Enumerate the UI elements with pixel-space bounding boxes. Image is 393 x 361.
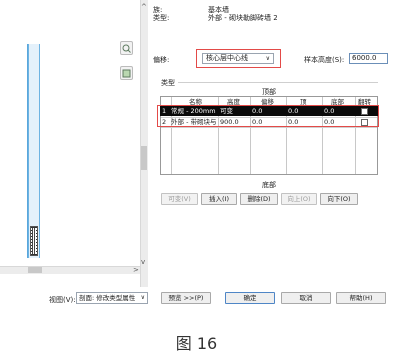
scroll-right-icon[interactable]: > [133,266,139,274]
offset-select[interactable]: 核心层中心线 ∨ [202,53,274,64]
figure-caption: 图 16 [175,334,218,353]
insert-button[interactable]: 插入(I) [201,193,237,205]
cancel-button[interactable]: 取消 [281,292,331,304]
scroll-down-icon[interactable]: v [141,258,145,266]
preview-vertical-scrollbar[interactable] [140,0,148,287]
chevron-down-icon: ∨ [265,55,270,62]
delete-button[interactable]: 删除(D) [240,193,278,205]
ok-button[interactable]: 确定 [225,292,275,304]
preview-horizontal-scrollbar[interactable] [0,266,140,274]
view-tool-icon[interactable] [120,66,133,80]
type-label: 类型: [153,14,170,22]
offset-label: 偏移: [153,56,170,64]
type-section-label: 类型 [161,79,175,87]
sample-height-label: 样本高度(S): [304,56,345,64]
move-down-button[interactable]: 向下(O) [320,193,358,205]
zoom-icon[interactable] [120,41,133,55]
sample-height-input[interactable]: 6000.0 [349,53,388,64]
rows-highlight-box [157,105,379,127]
preview-vertical-scroll-thumb[interactable] [141,146,147,170]
wall-base-hatch-inner [32,228,36,254]
preview-horizontal-scroll-thumb[interactable] [28,267,42,273]
move-up-button[interactable]: 向上(O) [281,193,317,205]
bottom-label: 底部 [262,181,276,189]
view-select-value: 剖面: 修改类型属性 [79,294,136,302]
scroll-up-icon[interactable]: ^ [141,3,147,11]
view-label: 视图(V): [49,296,76,304]
preview-button[interactable]: 预览 >>(P) [161,292,211,304]
type-section-divider [178,82,378,83]
wall-outline-left [27,44,28,258]
variable-button[interactable]: 可变(V) [161,193,198,205]
view-select[interactable]: 剖面: 修改类型属性 ∨ [76,292,148,304]
help-button[interactable]: 帮助(H) [336,292,386,304]
chevron-down-icon: ∨ [140,293,145,303]
offset-select-value: 核心层中心线 [206,54,248,62]
type-value: 外部 - 砌块勒脚砖墙 2 [208,14,278,22]
